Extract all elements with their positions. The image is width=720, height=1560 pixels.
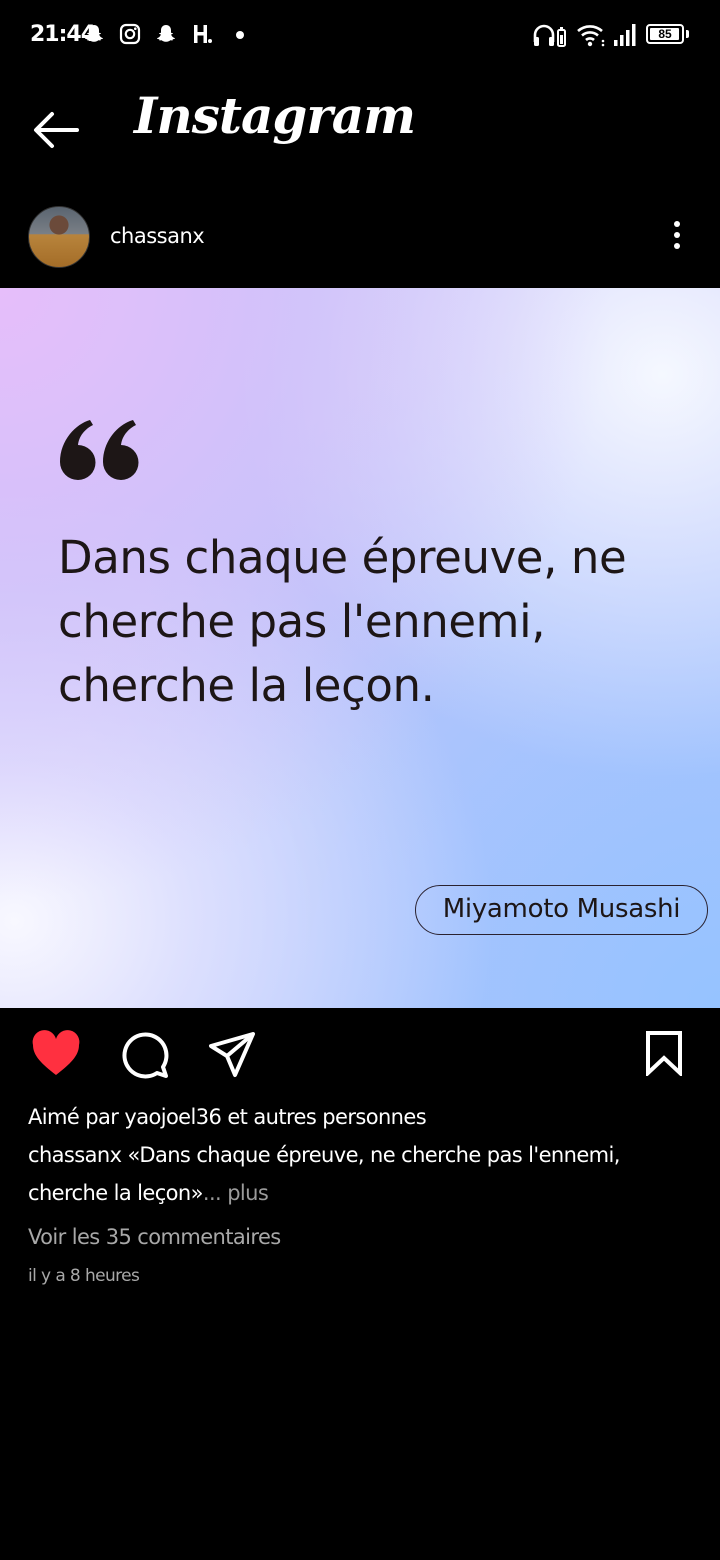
h-app-icon <box>194 25 212 43</box>
dot-icon <box>236 31 244 39</box>
action-bar <box>0 1008 720 1100</box>
post-header: chassanx <box>0 192 720 288</box>
likes-text[interactable]: Aimé par yaojoel36 et autres personnes <box>28 1098 688 1136</box>
quote-mark-icon <box>60 420 139 480</box>
more-link[interactable]: ... plus <box>203 1181 269 1205</box>
battery-icon: 85 <box>646 24 684 44</box>
battery-tip <box>686 30 689 38</box>
view-comments-link[interactable]: Voir les 35 commentaires <box>28 1218 688 1256</box>
post-image[interactable]: Dans chaque épreuve, ne cherche pas l'en… <box>0 288 720 1008</box>
caption-area: Aimé par yaojoel36 et autres personnes c… <box>28 1098 688 1290</box>
more-options-icon[interactable] <box>662 216 692 260</box>
top-nav: Instagram <box>0 72 720 192</box>
snapchat-icon <box>85 25 103 42</box>
author-pill: Miyamoto Musashi <box>415 885 708 935</box>
caption: chassanx «Dans chaque épreuve, ne cherch… <box>28 1136 688 1212</box>
app-title: Instagram <box>134 86 416 145</box>
snapchat-icon-2 <box>157 25 175 42</box>
avatar[interactable] <box>28 206 90 268</box>
wifi-icon <box>577 25 605 47</box>
heart-icon[interactable] <box>30 1030 82 1078</box>
post-timestamp: il y a 8 heures <box>28 1266 140 1286</box>
headphones-icon <box>533 24 566 47</box>
status-bar: 21:44 85 <box>0 0 720 72</box>
instagram-icon <box>119 23 141 45</box>
bookmark-icon[interactable] <box>644 1030 684 1076</box>
share-icon[interactable] <box>208 1030 258 1080</box>
battery-level: 85 <box>658 27 672 41</box>
post-username[interactable]: chassanx <box>110 224 205 248</box>
caption-username[interactable]: chassanx <box>28 1143 122 1167</box>
signal-icon <box>614 24 636 46</box>
back-arrow-icon[interactable] <box>28 102 84 158</box>
comment-icon[interactable] <box>120 1030 170 1080</box>
quote-text: Dans chaque épreuve, ne cherche pas l'en… <box>58 531 627 712</box>
